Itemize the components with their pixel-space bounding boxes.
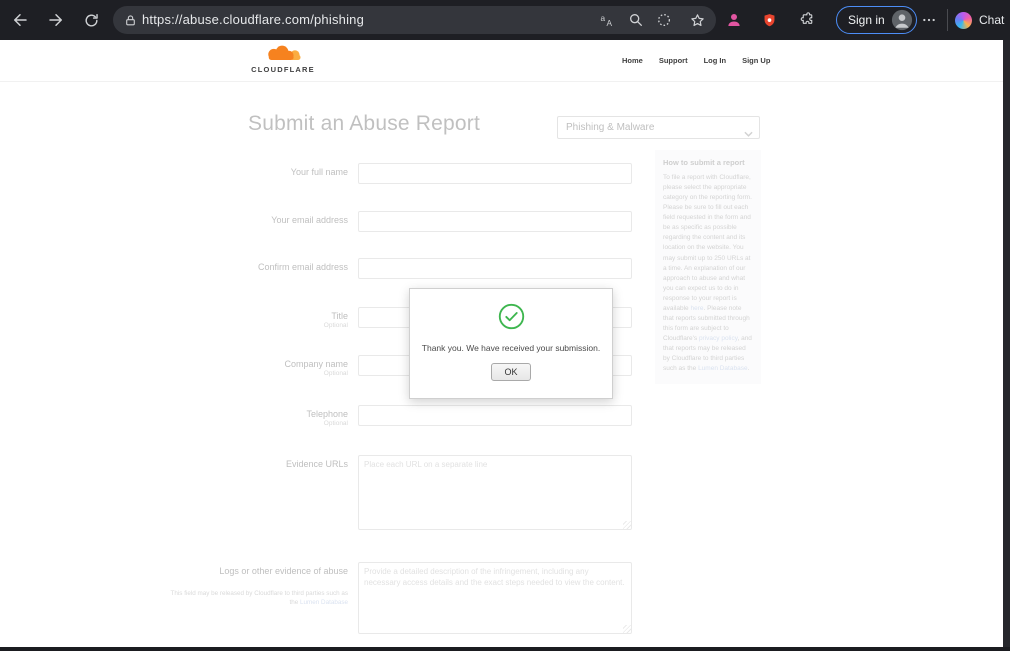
back-button[interactable] bbox=[6, 6, 34, 34]
category-select-value: Phishing & Malware bbox=[566, 122, 655, 133]
logs-note: This field may be released by Cloudflare… bbox=[168, 589, 348, 608]
sidebar-link[interactable]: privacy policy bbox=[699, 335, 738, 342]
cloudflare-logo[interactable]: CLOUDFLARE bbox=[248, 45, 318, 74]
chevron-down-icon bbox=[744, 124, 753, 145]
logs-textarea[interactable] bbox=[358, 562, 632, 634]
how-to-sidebar: How to submit a report To file a report … bbox=[655, 150, 761, 385]
nav-log-in[interactable]: Log In bbox=[704, 56, 727, 65]
sidebar-title: How to submit a report bbox=[663, 158, 745, 167]
email-label: Your email address bbox=[271, 215, 348, 225]
lumen-database-link[interactable]: Lumen Database bbox=[300, 599, 348, 606]
copilot-chat-icon[interactable] bbox=[955, 12, 972, 29]
cloudflare-cloud-icon bbox=[268, 45, 301, 60]
company-label: Company name bbox=[284, 359, 348, 369]
browser-menu-button[interactable] bbox=[915, 6, 943, 34]
shield-extension-icon[interactable] bbox=[755, 6, 783, 34]
favorite-star-icon[interactable] bbox=[683, 6, 711, 34]
email-input[interactable] bbox=[358, 211, 632, 232]
ok-button[interactable]: OK bbox=[491, 363, 531, 381]
search-icon[interactable] bbox=[622, 6, 650, 34]
evidence-urls-label: Evidence URLs bbox=[285, 459, 348, 469]
full-name-label: Your full name bbox=[290, 167, 348, 177]
sign-in-button[interactable]: Sign in bbox=[836, 6, 917, 34]
forward-button[interactable] bbox=[42, 6, 70, 34]
nav-support[interactable]: Support bbox=[659, 56, 688, 65]
forward-icon bbox=[49, 14, 62, 26]
full-name-input[interactable] bbox=[358, 163, 632, 184]
avatar bbox=[891, 9, 912, 31]
nav-sign-up[interactable]: Sign Up bbox=[742, 56, 770, 65]
page-content: CLOUDFLARE Home Support Log In Sign Up S… bbox=[0, 40, 1003, 651]
back-icon bbox=[14, 14, 27, 26]
extensions-puzzle-icon[interactable] bbox=[793, 6, 821, 34]
dialog-message: Thank you. We have received your submiss… bbox=[421, 343, 601, 353]
confirm-email-input[interactable] bbox=[358, 258, 632, 279]
url-text[interactable]: https://abuse.cloudflare.com/phishing bbox=[142, 12, 364, 27]
resize-grip-icon[interactable] bbox=[623, 625, 631, 633]
sidebar-body: To file a report with Cloudflare, please… bbox=[663, 174, 752, 373]
nav-home[interactable]: Home bbox=[622, 56, 643, 65]
translate-icon[interactable]: aA bbox=[594, 6, 622, 34]
title-label: Title bbox=[331, 311, 348, 321]
toolbar-divider bbox=[947, 9, 948, 31]
logs-label: Logs or other evidence of abuse bbox=[219, 566, 348, 576]
page-title: Submit an Abuse Report bbox=[248, 112, 481, 135]
lock-icon[interactable] bbox=[116, 6, 144, 34]
site-nav: Home Support Log In Sign Up bbox=[622, 56, 770, 65]
submission-dialog: Thank you. We have received your submiss… bbox=[409, 288, 613, 399]
logo-text: CLOUDFLARE bbox=[251, 65, 315, 74]
profile-extension-icon[interactable] bbox=[720, 6, 748, 34]
evidence-urls-textarea[interactable] bbox=[358, 455, 632, 530]
company-optional-label: Optional bbox=[323, 370, 348, 377]
side-window-edge bbox=[1003, 40, 1010, 651]
refresh-button[interactable] bbox=[77, 6, 105, 34]
window-bottom-edge bbox=[0, 647, 1010, 651]
sign-in-label: Sign in bbox=[848, 13, 885, 27]
svg-text:A: A bbox=[607, 19, 613, 28]
svg-text:a: a bbox=[601, 14, 606, 23]
title-optional-label: Optional bbox=[323, 322, 348, 329]
confirm-email-label: Confirm email address bbox=[257, 262, 348, 272]
telephone-label: Telephone bbox=[306, 409, 348, 419]
telephone-optional-label: Optional bbox=[323, 420, 348, 427]
sidebar-link[interactable]: here bbox=[690, 305, 703, 312]
telephone-input[interactable] bbox=[358, 405, 632, 426]
browser-toolbar: https://abuse.cloudflare.com/phishing aA… bbox=[0, 0, 1010, 40]
site-header: CLOUDFLARE Home Support Log In Sign Up bbox=[0, 40, 1003, 82]
reader-icon[interactable] bbox=[650, 6, 678, 34]
chat-window-label[interactable]: Chat bbox=[979, 13, 1004, 27]
resize-grip-icon[interactable] bbox=[623, 521, 631, 529]
success-check-icon bbox=[410, 303, 612, 335]
sidebar-link[interactable]: Lumen Database bbox=[698, 365, 748, 372]
category-select[interactable]: Phishing & Malware bbox=[557, 116, 760, 139]
